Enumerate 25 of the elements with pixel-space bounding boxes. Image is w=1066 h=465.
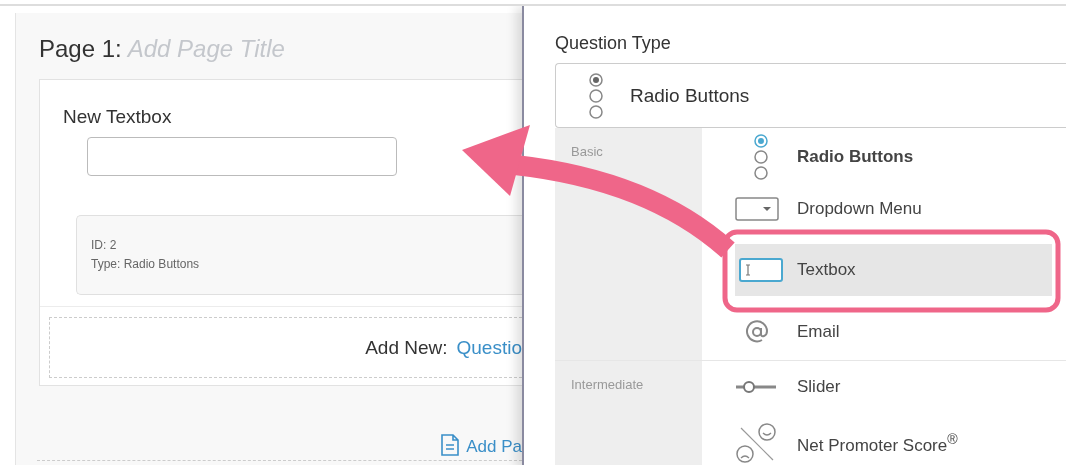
question-type-option[interactable]: Textbox: [735, 244, 1052, 296]
text-input-field[interactable]: [87, 137, 397, 176]
category-label: Basic: [571, 144, 603, 159]
dropdown-icon: [735, 197, 779, 221]
radio-buttons-icon: [588, 71, 604, 120]
info-text: ID: 2: [91, 237, 118, 254]
smiley-faces-icon: [735, 422, 777, 464]
page-label: Page 1:: [39, 35, 122, 64]
question-type-select[interactable]: Radio Buttons: [555, 63, 1066, 128]
info-text: Type: Radio Buttons: [91, 256, 201, 273]
question-type-option[interactable]: Dropdown Menu: [702, 186, 1066, 232]
category-label: Intermediate: [571, 377, 644, 392]
question-title: New Textbox: [63, 106, 173, 128]
document-icon: [440, 434, 461, 456]
question-link[interactable]: Questio: [456, 336, 522, 359]
question-type-option[interactable]: Net Promoter Score$^{®}$: [702, 413, 1066, 465]
slider-icon: [735, 380, 777, 394]
question-type-option[interactable]: Radio Buttons: [702, 128, 1066, 186]
radio-buttons-icon: [753, 133, 769, 181]
question-type-option[interactable]: Slider: [702, 361, 1066, 413]
add-new-label: Add New:: [365, 336, 448, 359]
question-type-option[interactable]: Email: [702, 304, 1066, 360]
textbox-icon: [739, 258, 783, 282]
at-sign-icon: [745, 320, 769, 344]
question-type-label: Question Type: [555, 33, 672, 54]
